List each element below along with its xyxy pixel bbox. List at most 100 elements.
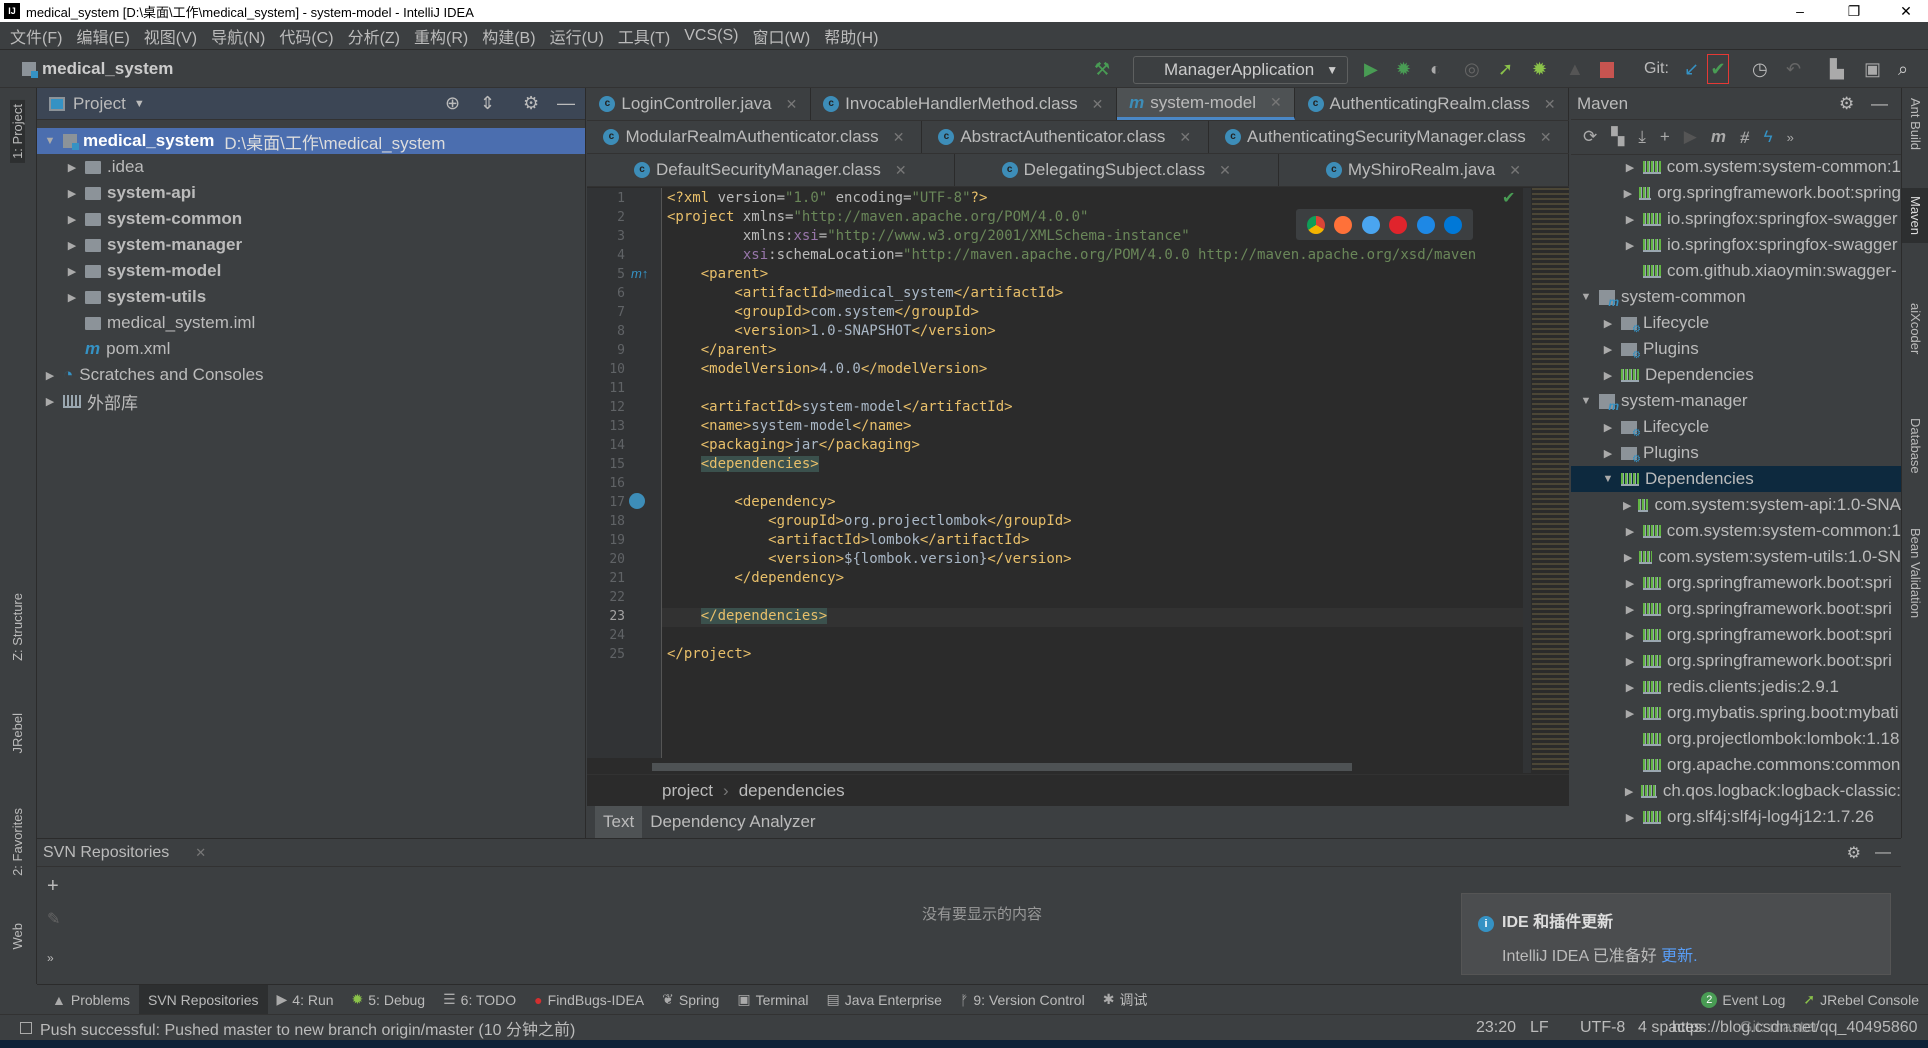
maven-tree-item[interactable]: ▶ com.system:system-common:1	[1571, 154, 1901, 180]
expanded-arrow-icon[interactable]: ▼	[1601, 473, 1615, 485]
stripe-database[interactable]: Database	[1908, 418, 1923, 474]
collapsed-arrow-icon[interactable]: ▶	[1623, 161, 1637, 174]
collapsed-arrow-icon[interactable]: ▶	[1623, 551, 1633, 564]
run-anything-icon[interactable]: ▣	[1864, 59, 1881, 79]
code-line[interactable]: </dependencies>	[667, 608, 828, 624]
edge-icon[interactable]	[1444, 215, 1463, 234]
more-icon[interactable]: »	[1787, 130, 1794, 145]
maven-tree-item[interactable]: ▶ ch.qos.logback:logback-classic:	[1571, 778, 1901, 804]
maven-tree-item[interactable]: ▶ com.system:system-utils:1.0-SN	[1571, 544, 1901, 570]
jrebel-run-icon[interactable]: ➚	[1498, 59, 1513, 79]
maven-tree-item[interactable]: ▶ io.springfox:springfox-swagger	[1571, 232, 1901, 258]
add-icon[interactable]: +	[47, 875, 59, 898]
maven-tree-item[interactable]: ▶ com.system:system-api:1.0-SNA	[1571, 492, 1901, 518]
collapsed-arrow-icon[interactable]: ▶	[65, 213, 79, 226]
code-line[interactable]: <version>1.0-SNAPSHOT</version>	[667, 323, 995, 339]
collapsed-arrow-icon[interactable]: ▶	[43, 395, 57, 408]
maven-tree-item[interactable]: com.github.xiaoymin:swagger-	[1571, 258, 1901, 284]
maven-tree-item[interactable]: ▶ com.system:system-common:1	[1571, 518, 1901, 544]
maven-tree-item[interactable]: ▶ Lifecycle	[1571, 310, 1901, 336]
collapsed-arrow-icon[interactable]: ▶	[1601, 447, 1615, 460]
expanded-arrow-icon[interactable]: ▼	[43, 135, 57, 147]
tree-item[interactable]: m pom.xml	[37, 336, 585, 362]
stop-icon[interactable]	[1600, 62, 1614, 78]
code-line[interactable]: </dependency>	[667, 570, 844, 586]
menu-item[interactable]: 代码(C)	[279, 24, 333, 48]
maven-tree-item[interactable]: ▶ org.springframework.boot:spri	[1571, 570, 1901, 596]
skip-tests-icon[interactable]: ⧣	[1740, 127, 1750, 147]
locate-icon[interactable]: ⊕	[445, 93, 460, 114]
tree-item[interactable]: ▶ 外部库	[37, 388, 585, 414]
tree-item[interactable]: ▶ system-manager	[37, 232, 585, 258]
tree-item[interactable]: ▶ system-model	[37, 258, 585, 284]
maven-tree-item[interactable]: ▼ system-common	[1571, 284, 1901, 310]
tool-window-button[interactable]: ● FindBugs-IDEA	[525, 985, 653, 1014]
code-line[interactable]: xsi:schemaLocation="http://maven.apache.…	[667, 247, 1476, 263]
tree-item[interactable]: ▶ system-utils	[37, 284, 585, 310]
collapsed-arrow-icon[interactable]: ▶	[1601, 343, 1615, 356]
collapsed-arrow-icon[interactable]: ▶	[1623, 629, 1637, 642]
collapsed-arrow-icon[interactable]: ▶	[1601, 317, 1615, 330]
code-line[interactable]: <?xml version="1.0" encoding="UTF-8"?>	[667, 190, 987, 206]
nav-project[interactable]: medical_system	[22, 59, 173, 79]
stripe-ant-build[interactable]: Ant Build	[1908, 98, 1923, 150]
maven-tree-item[interactable]: ▶ org.springframework.boot:spri	[1571, 596, 1901, 622]
code-line[interactable]: </project>	[667, 646, 751, 662]
close-button[interactable]: ✕	[1886, 0, 1926, 22]
stripe-structure[interactable]: Z: Structure	[10, 593, 25, 661]
search-icon[interactable]: ⌕	[1898, 59, 1908, 79]
project-view-selector[interactable]: Project	[73, 94, 126, 114]
tool-window-button[interactable]: ☰ 6: TODO	[434, 985, 525, 1014]
collapsed-arrow-icon[interactable]: ▶	[1623, 499, 1632, 512]
tab-dependency-analyzer[interactable]: Dependency Analyzer	[642, 806, 823, 838]
collapsed-arrow-icon[interactable]: ▶	[1623, 187, 1633, 200]
code-line[interactable]: <dependency>	[667, 494, 835, 510]
edit-icon[interactable]: ✎	[47, 909, 60, 929]
safari-icon[interactable]	[1361, 215, 1380, 234]
code-line[interactable]: <artifactId>system-model</artifactId>	[667, 399, 1013, 415]
chrome-icon[interactable]	[1306, 215, 1325, 234]
run-icon[interactable]: ▶	[1364, 59, 1378, 79]
collapsed-arrow-icon[interactable]: ▶	[65, 161, 79, 174]
jrebel-debug-icon[interactable]: ✹	[1532, 59, 1547, 79]
tool-window-button[interactable]: ▣ Terminal	[728, 985, 817, 1014]
tool-window-button[interactable]: 2 Event Log	[1692, 985, 1794, 1014]
reload-icon[interactable]: ⟳	[1583, 127, 1597, 147]
maven-tree-item[interactable]: ▶ org.mybatis.spring.boot:mybati	[1571, 700, 1901, 726]
maven-tree-item[interactable]: ▶ io.springfox:springfox-swagger	[1571, 206, 1901, 232]
expanded-arrow-icon[interactable]: ▼	[1579, 395, 1593, 407]
tool-window-button[interactable]: ▶ 4: Run	[268, 985, 343, 1014]
vertical-scrollbar[interactable]	[1523, 188, 1531, 773]
tool-window-button[interactable]: ᚠ 9: Version Control	[951, 985, 1094, 1014]
tool-window-button[interactable]: ❦ Spring	[653, 985, 728, 1014]
hide-icon[interactable]: —	[1871, 94, 1888, 114]
tool-window-button[interactable]: ▲ Problems	[43, 985, 139, 1014]
tree-item[interactable]: ▶ ◔ Scratches and Consoles	[37, 362, 585, 388]
expanded-arrow-icon[interactable]: ▼	[1579, 291, 1593, 303]
rollback-icon[interactable]: ↶	[1786, 59, 1801, 79]
maven-tree-item[interactable]: ▶ Lifecycle	[1571, 414, 1901, 440]
ie-icon[interactable]	[1416, 215, 1435, 234]
download-icon[interactable]: ⤓	[1638, 127, 1646, 147]
menu-item[interactable]: 构建(B)	[482, 24, 535, 48]
maven-tree-item[interactable]: ▼ Dependencies	[1571, 466, 1901, 492]
code-line[interactable]: </parent>	[667, 342, 777, 358]
code-line[interactable]: <project xmlns="http://maven.apache.org/…	[667, 209, 1088, 225]
collapsed-arrow-icon[interactable]: ▶	[1623, 213, 1637, 226]
git-update-icon[interactable]: ↙	[1684, 59, 1699, 79]
stripe-bean-validation[interactable]: Bean Validation	[1908, 528, 1923, 618]
tool-window-button[interactable]: ✹ 5: Debug	[343, 985, 435, 1014]
menu-item[interactable]: 编辑(E)	[76, 24, 129, 48]
update-link[interactable]: 更新.	[1661, 948, 1697, 965]
maximize-button[interactable]: ❐	[1834, 0, 1874, 22]
generate-sources-icon[interactable]: ▚	[1611, 127, 1624, 147]
code-line[interactable]: <name>system-model</name>	[667, 418, 912, 434]
toggle-panels-icon[interactable]	[20, 1021, 32, 1034]
maven-tree-item[interactable]: ▶ Dependencies	[1571, 362, 1901, 388]
menu-item[interactable]: 视图(V)	[144, 24, 197, 48]
code-line[interactable]: <dependencies>	[667, 456, 819, 472]
tool-window-button[interactable]: SVN Repositories	[139, 985, 268, 1014]
maven-goal-icon[interactable]: m	[1711, 127, 1726, 147]
maven-tree-item[interactable]: ▶ Plugins	[1571, 440, 1901, 466]
stripe-project[interactable]: 1: Project	[10, 100, 25, 163]
